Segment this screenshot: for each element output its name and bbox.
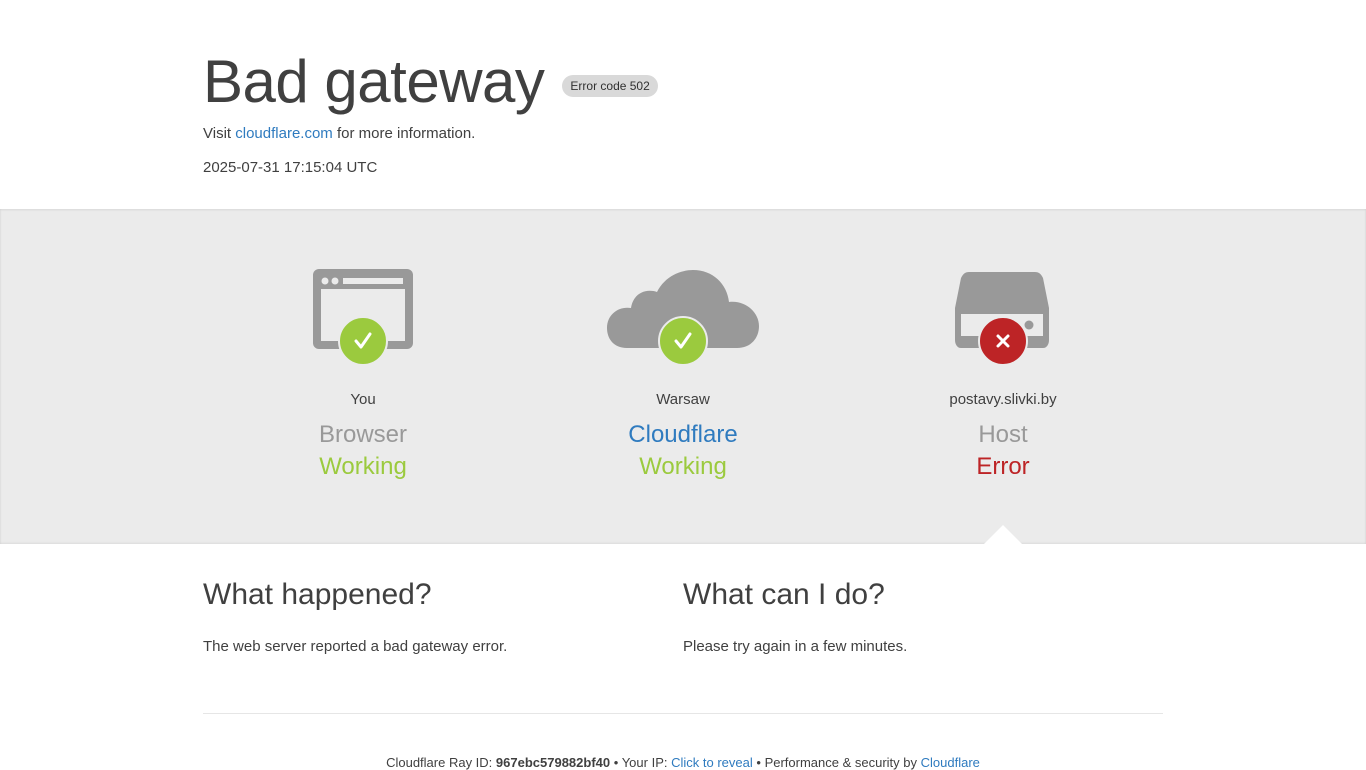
- cloudflare-status-ok: [658, 316, 708, 366]
- host-status-error: [978, 316, 1028, 366]
- timestamp: 2025-07-31 17:15:04 UTC: [203, 159, 378, 176]
- cloudflare-link[interactable]: cloudflare.com: [235, 125, 333, 142]
- status-cloudflare: Warsaw Cloudflare Working: [523, 209, 843, 481]
- what-can-i-do-title: What can I do?: [683, 578, 885, 611]
- title-row: Bad gateway Error code 502: [203, 46, 1163, 118]
- status-browser: You Browser Working: [203, 209, 523, 481]
- check-icon: [354, 332, 372, 349]
- info-section: What happened? The web server reported a…: [203, 544, 1163, 655]
- browser-location: You: [350, 391, 376, 408]
- browser-state: Working: [319, 453, 407, 480]
- cloudflare-kind-link[interactable]: Cloudflare: [523, 421, 843, 449]
- what-can-i-do-text: Please try again in a few minutes.: [683, 638, 908, 655]
- error-pointer: [983, 525, 1023, 545]
- visit-prefix: Visit: [203, 125, 232, 142]
- error-code-badge: Error code 502: [562, 75, 658, 97]
- divider: [203, 713, 1163, 714]
- what-happened-block: What happened? The web server reported a…: [203, 578, 683, 655]
- close-icon: [996, 334, 1010, 348]
- host-location: postavy.slivki.by: [949, 391, 1057, 408]
- check-icon: [674, 332, 692, 349]
- visit-line: Visit cloudflare.com for more informatio…: [203, 125, 1163, 142]
- cloudflare-state: Working: [639, 453, 727, 480]
- cloudflare-location: Warsaw: [656, 391, 710, 408]
- browser-kind: Browser: [318, 421, 408, 448]
- status-host: postavy.slivki.by Host Error: [843, 209, 1163, 481]
- status-band: You Browser Working Warsaw Cloudflare Wo…: [0, 209, 1366, 545]
- visit-suffix: for more information.: [336, 125, 476, 142]
- page-header: Bad gateway Error code 502 Visit cloudfl…: [0, 0, 1366, 209]
- page-title: Bad gateway: [203, 48, 545, 115]
- host-kind: Host: [978, 421, 1028, 448]
- what-happened-text: The web server reported a bad gateway er…: [203, 638, 508, 655]
- browser-status-ok: [338, 316, 388, 366]
- what-can-i-do-block: What can I do? Please try again in a few…: [683, 578, 1163, 655]
- host-state: Error: [976, 453, 1030, 480]
- what-happened-title: What happened?: [203, 578, 432, 611]
